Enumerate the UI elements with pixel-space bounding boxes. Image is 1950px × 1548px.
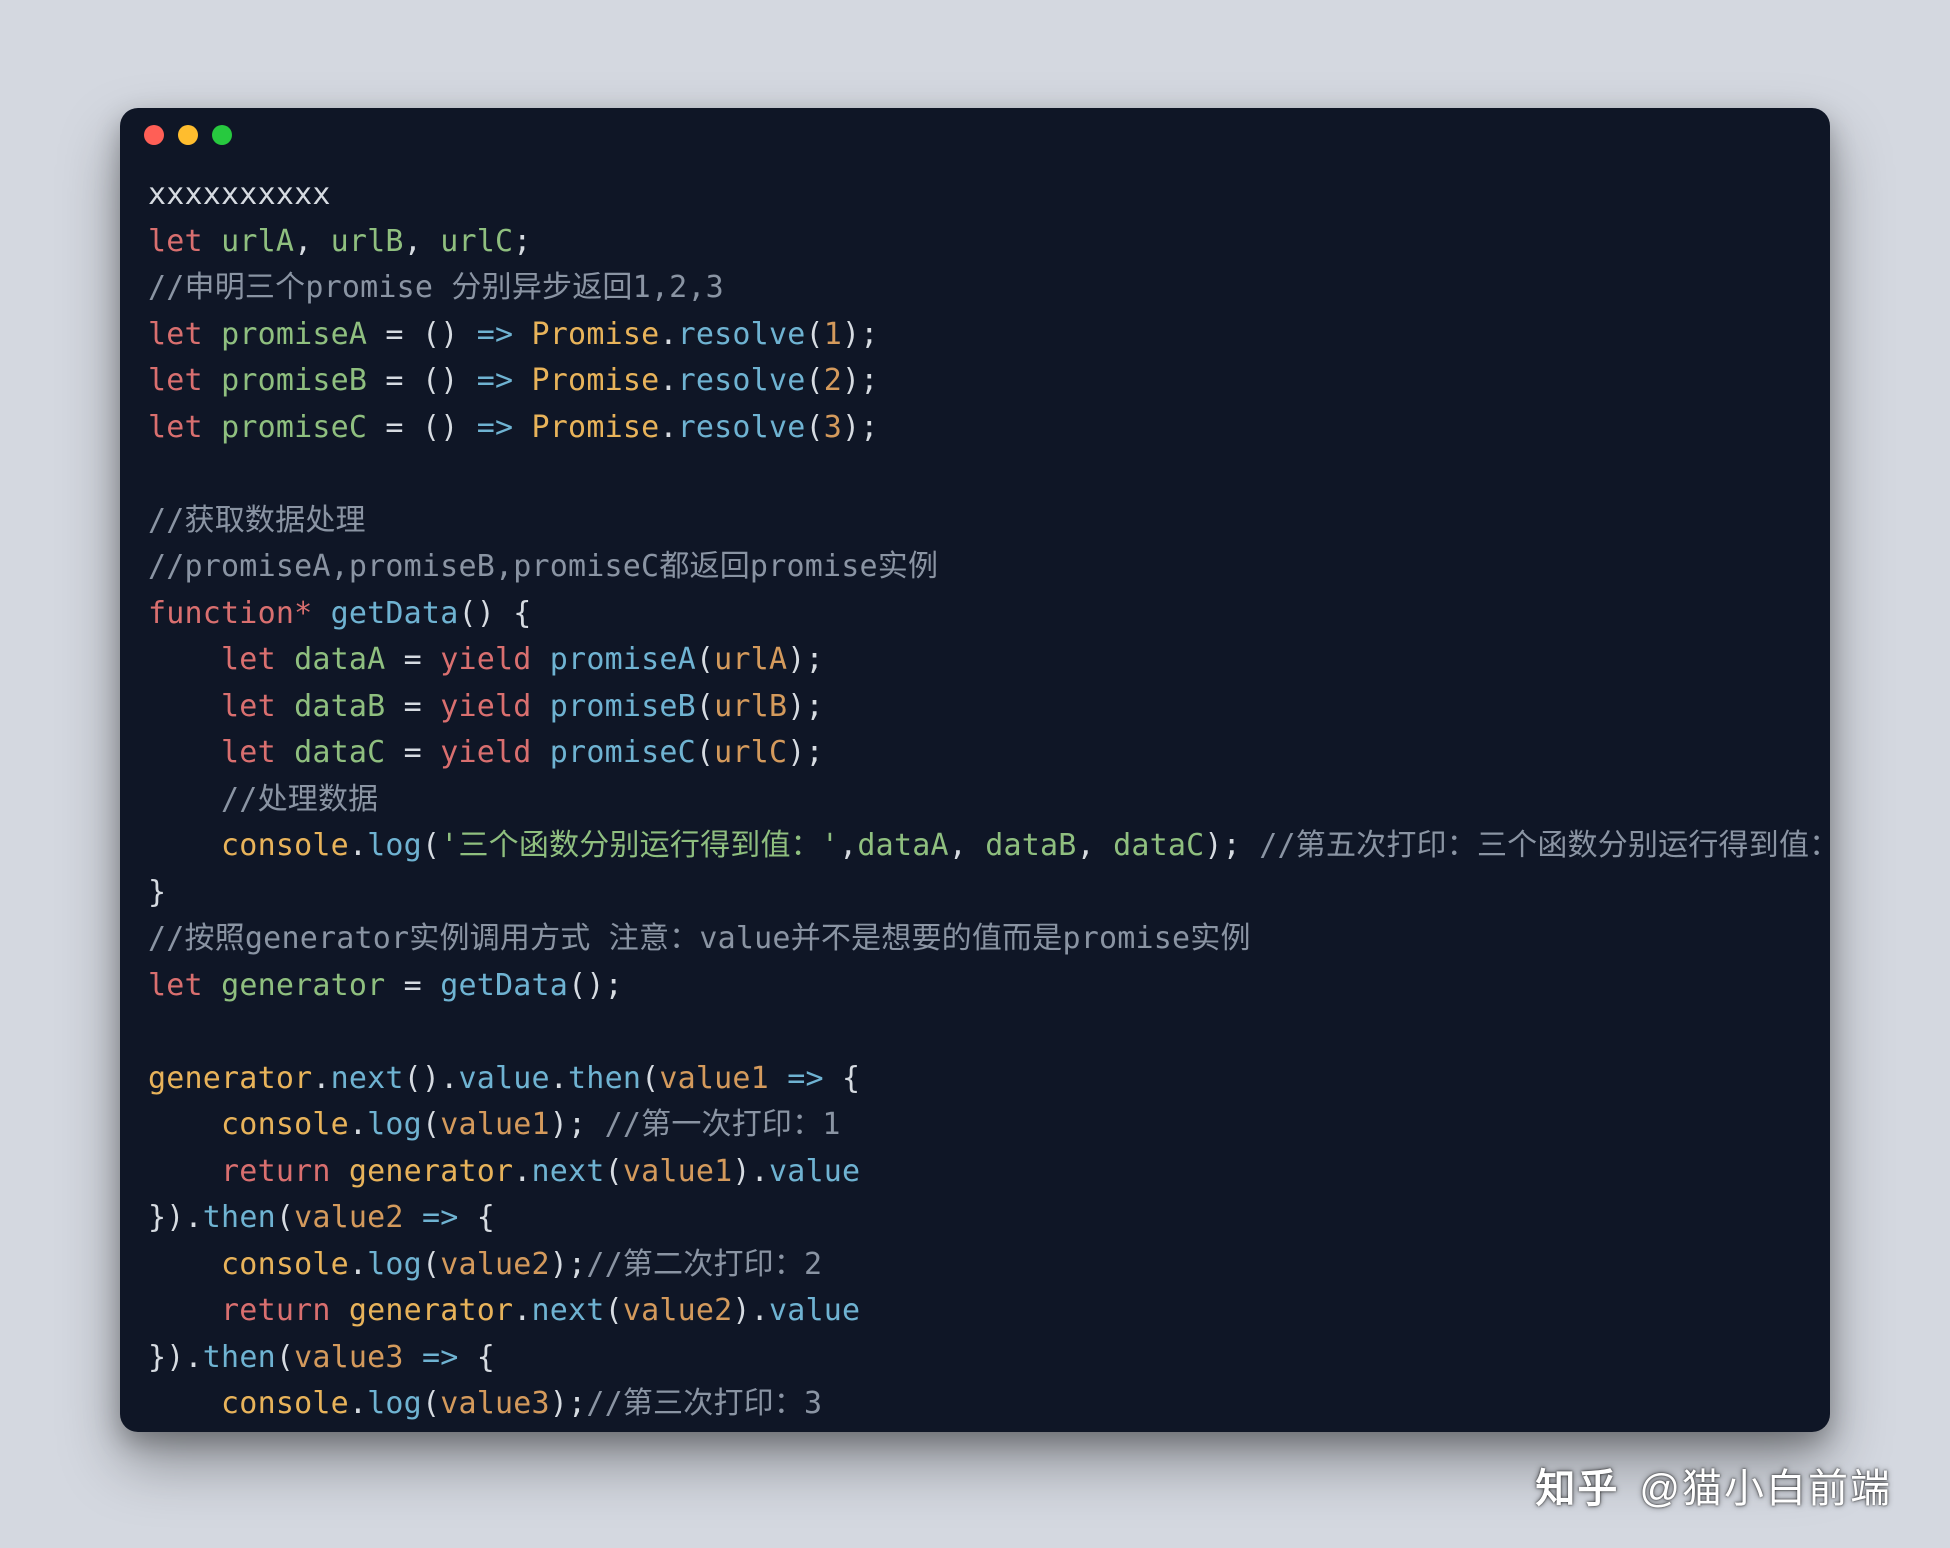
kw-return: return (221, 1154, 331, 1189)
var-urlB: urlB (331, 224, 404, 259)
arg-urlC: urlC (714, 735, 787, 770)
method-next: next (331, 1061, 404, 1096)
call-promiseB: promiseB (550, 689, 696, 724)
var-promiseB: promiseB (221, 363, 367, 398)
call-promiseC: promiseC (550, 735, 696, 770)
method-log: log (367, 1247, 422, 1282)
type-promise: Promise (532, 317, 660, 352)
num-3: 3 (824, 410, 842, 445)
param-value1: value1 (659, 1061, 769, 1096)
num-2: 2 (824, 363, 842, 398)
comment-print5: //第五次打印：三个函数分别运行得到值： 1 2 3 (1259, 828, 1830, 863)
arg-value1: value1 (440, 1107, 550, 1142)
var-dataA: dataA (294, 642, 385, 677)
param-value3: value3 (294, 1340, 404, 1375)
arg-value1: value1 (623, 1154, 733, 1189)
var-promiseC: promiseC (221, 410, 367, 445)
console: console (221, 1107, 349, 1142)
var-generator: generator (221, 968, 385, 1003)
prop-value: value (769, 1154, 860, 1189)
kw-let: let (148, 363, 203, 398)
kw-yield: yield (440, 735, 531, 770)
kw-let: let (221, 689, 276, 724)
watermark: 知乎 @猫小白前端 (1533, 1458, 1892, 1520)
minimize-icon[interactable] (178, 125, 198, 145)
comment-fetch: //获取数据处理 (148, 503, 366, 538)
method-then: then (568, 1061, 641, 1096)
code-window: xxxxxxxxxx let urlA, urlB, urlC; //申明三个p… (120, 108, 1830, 1432)
arg-dataB: dataB (985, 828, 1076, 863)
ref-generator: generator (349, 1154, 513, 1189)
param-value2: value2 (294, 1200, 404, 1235)
num-1: 1 (824, 317, 842, 352)
comment-print1: //第一次打印：1 (605, 1107, 841, 1142)
comment-print2: //第二次打印：2 (586, 1247, 822, 1282)
line-1: xxxxxxxxxx (148, 177, 331, 212)
kw-return: return (221, 1293, 331, 1328)
var-promiseA: promiseA (221, 317, 367, 352)
arg-dataA: dataA (857, 828, 948, 863)
stage: xxxxxxxxxx let urlA, urlB, urlC; //申明三个p… (0, 0, 1950, 1548)
kw-let: let (221, 642, 276, 677)
var-dataC: dataC (294, 735, 385, 770)
method-log: log (367, 828, 422, 863)
comment-usage: //按照generator实例调用方式 注意：value并不是想要的值而是pro… (148, 921, 1251, 956)
kw-yield: yield (440, 689, 531, 724)
method-then: then (203, 1200, 276, 1235)
method-resolve: resolve (678, 317, 806, 352)
arg-value2: value2 (440, 1247, 550, 1282)
comment-promises: //promiseA,promiseB,promiseC都返回promise实例 (148, 549, 938, 584)
var-urlA: urlA (221, 224, 294, 259)
kw-let: let (148, 224, 203, 259)
kw-let: let (148, 968, 203, 1003)
arg-urlA: urlA (714, 642, 787, 677)
method-log: log (367, 1386, 422, 1421)
kw-let: let (148, 410, 203, 445)
comment-declare: //申明三个promise 分别异步返回1,2,3 (148, 270, 724, 305)
method-resolve: resolve (678, 410, 806, 445)
watermark-text: @猫小白前端 (1639, 1458, 1892, 1520)
type-promise: Promise (532, 363, 660, 398)
maximize-icon[interactable] (212, 125, 232, 145)
console: console (221, 828, 349, 863)
var-urlC: urlC (440, 224, 513, 259)
ref-generator: generator (349, 1293, 513, 1328)
kw-let: let (221, 735, 276, 770)
type-promise: Promise (532, 410, 660, 445)
string-result: '三个函数分别运行得到值：' (440, 828, 839, 863)
var-dataB: dataB (294, 689, 385, 724)
arg-dataC: dataC (1113, 828, 1204, 863)
zhihu-logo-icon: 知乎 (1533, 1467, 1621, 1511)
arg-value2: value2 (623, 1293, 733, 1328)
prop-value: value (458, 1061, 549, 1096)
arg-value3: value3 (440, 1386, 550, 1421)
method-next: next (532, 1293, 605, 1328)
kw-function: function* (148, 596, 312, 631)
arg-urlB: urlB (714, 689, 787, 724)
fn-getData: getData (331, 596, 459, 631)
titlebar (120, 108, 1830, 162)
method-log: log (367, 1107, 422, 1142)
kw-yield: yield (440, 642, 531, 677)
method-next: next (532, 1154, 605, 1189)
console: console (221, 1247, 349, 1282)
console: console (221, 1386, 349, 1421)
ref-generator: generator (148, 1061, 312, 1096)
kw-let: let (148, 317, 203, 352)
call-getData: getData (440, 968, 568, 1003)
close-icon[interactable] (144, 125, 164, 145)
prop-value: value (769, 1293, 860, 1328)
call-promiseA: promiseA (550, 642, 696, 677)
comment-print3: //第三次打印：3 (586, 1386, 822, 1421)
code-block: xxxxxxxxxx let urlA, urlB, urlC; //申明三个p… (120, 162, 1830, 1432)
method-then: then (203, 1340, 276, 1375)
comment-process: //处理数据 (221, 782, 378, 817)
method-resolve: resolve (678, 363, 806, 398)
